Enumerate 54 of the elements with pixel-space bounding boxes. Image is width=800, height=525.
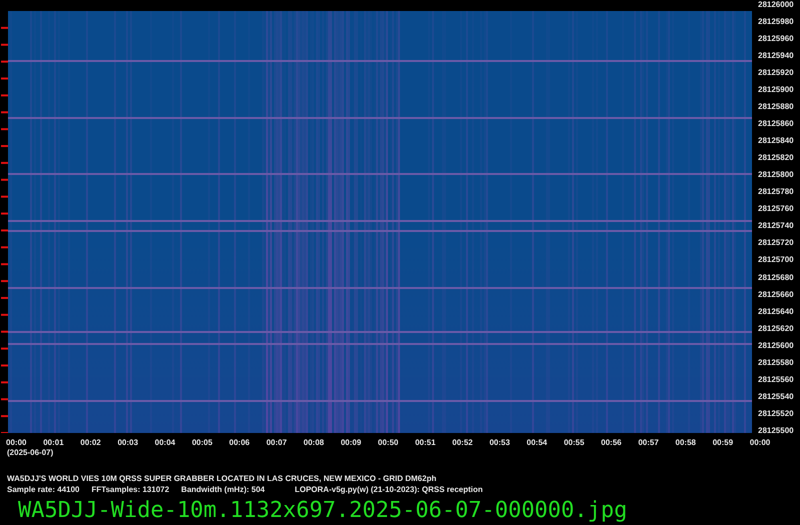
time-label: 00:00 — [750, 438, 772, 448]
frequency-label: 28125800 — [758, 170, 795, 180]
frequency-label: 28125660 — [758, 290, 795, 300]
time-label: 00:00 — [6, 438, 28, 448]
frequency-label: 28125620 — [758, 324, 795, 334]
frequency-label: 28125580 — [758, 358, 795, 368]
frequency-label: 28125680 — [758, 272, 795, 282]
time-label: 00:52 — [452, 438, 474, 448]
frequency-label: 28125740 — [758, 221, 795, 232]
time-label: 00:59 — [712, 438, 734, 448]
frequency-label: 28125880 — [758, 102, 795, 112]
frequency-label: 28125540 — [758, 392, 795, 402]
time-label: 00:56 — [601, 438, 622, 448]
filename-text: WA5DJJ-Wide-10m.1132x697.2025-06-07-000000.jpg — [18, 499, 628, 523]
time-label: 00:06 — [229, 438, 251, 448]
frequency-label: 28125960 — [758, 34, 795, 44]
caption-title: WA5DJJ'S WORLD VIES 10M QRSS SUPER GRABBER LOCATED IN LAS CRUCES, NEW MEXICO - GRID DM62ph — [7, 474, 436, 484]
frequency-label: 28125860 — [758, 119, 795, 130]
frequency-label: 28125980 — [758, 17, 795, 28]
frequency-label: 28125600 — [758, 340, 795, 351]
time-label: 00:57 — [638, 438, 660, 448]
frequency-label: 28125820 — [758, 153, 795, 164]
info-text: Bandwidth (mHz): 504 — [181, 485, 265, 495]
frequency-label: 28126000 — [758, 0, 795, 10]
time-label: 00:53 — [489, 438, 511, 448]
frequency-label: 28125500 — [758, 426, 795, 436]
info-text: LOPORA-v5g.py(w) (21-10-2023): QRSS reception — [294, 485, 483, 495]
time-label: 00:03 — [118, 438, 140, 448]
time-label: 00:05 — [192, 438, 214, 448]
frequency-label: 28125760 — [758, 204, 795, 214]
frequency-label: 28125560 — [758, 374, 795, 385]
time-label: 00:08 — [304, 438, 325, 448]
frequency-label: 28125940 — [758, 51, 795, 62]
frequency-label: 28125840 — [758, 136, 795, 146]
time-label: 00:09 — [340, 438, 362, 448]
frequency-label: 28125720 — [758, 238, 795, 248]
frequency-label: 28125920 — [758, 68, 795, 78]
time-label: 00:01 — [43, 438, 65, 448]
time-label: 00:54 — [526, 438, 548, 448]
time-label: 00:58 — [675, 438, 697, 448]
time-label: 00:07 — [266, 438, 288, 448]
frequency-label: 28125520 — [758, 408, 795, 419]
date-label: (2025-06-07) — [7, 448, 54, 458]
time-label: 00:55 — [564, 438, 586, 448]
frequency-label: 28125700 — [758, 255, 795, 266]
frequency-label: 28125780 — [758, 187, 795, 198]
time-label: 00:50 — [378, 438, 400, 448]
time-label: 00:51 — [415, 438, 437, 448]
info-text: FFTsamples: 131072 — [92, 485, 170, 495]
frequency-label: 28125640 — [758, 306, 795, 317]
info-text: Sample rate: 44100 — [7, 485, 80, 495]
time-label: 00:04 — [154, 438, 176, 448]
frequency-label: 28125900 — [758, 85, 795, 96]
time-label: 00:02 — [80, 438, 102, 448]
